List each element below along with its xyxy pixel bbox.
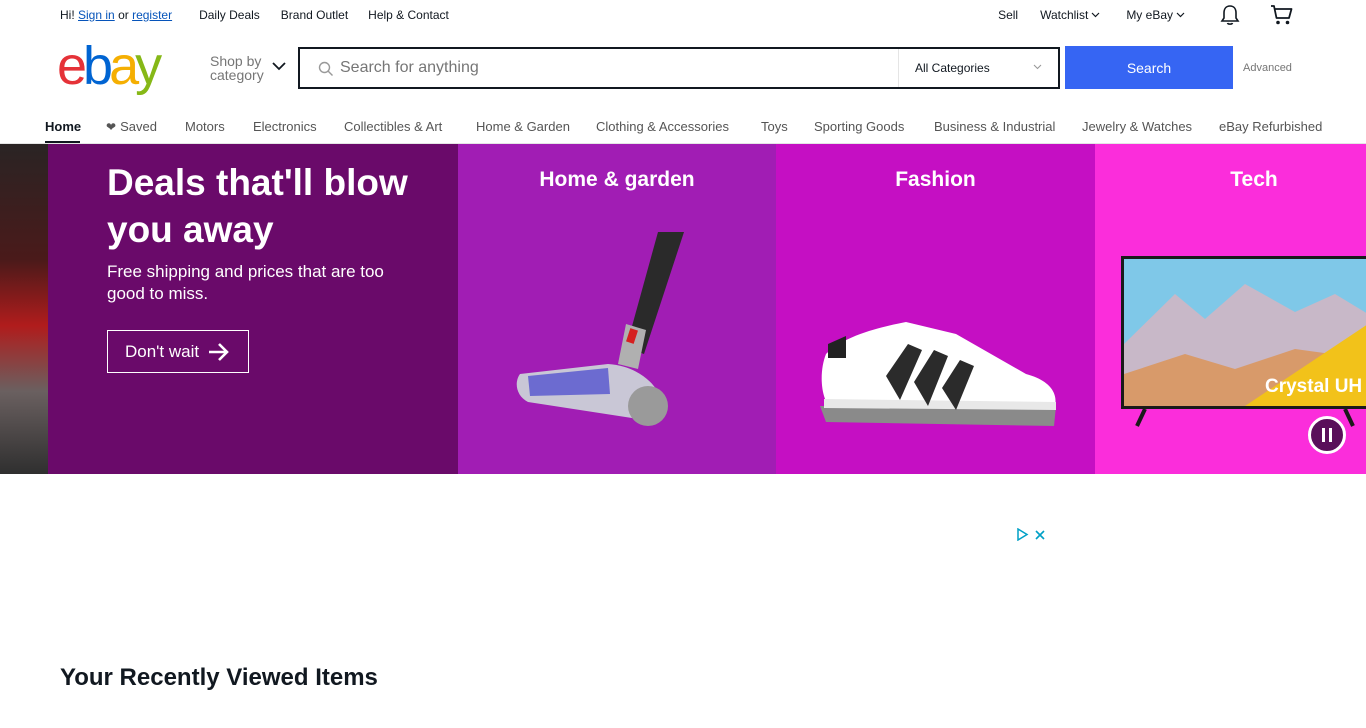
nav-item-motors[interactable]: Motors — [185, 119, 225, 134]
pause-icon — [1322, 428, 1332, 442]
home-garden-title: Home & garden — [539, 168, 695, 191]
ebay-logo[interactable]: ebay — [57, 36, 162, 96]
nav-item-collectibles-art[interactable]: Collectibles & Art — [344, 119, 442, 134]
greeting: Hi! Sign in or register — [60, 8, 172, 22]
my-ebay-dropdown[interactable]: My eBay — [1126, 8, 1185, 22]
chevron-down-icon — [1091, 12, 1100, 18]
nav-item-electronics[interactable]: Electronics — [253, 119, 317, 134]
heart-icon: ❤ — [106, 120, 117, 134]
vacuum-image — [458, 144, 776, 474]
pause-carousel-button[interactable] — [1308, 416, 1346, 454]
top-right-links: Sell Watchlist My eBay — [974, 8, 1185, 22]
nav-item-home[interactable]: Home — [45, 119, 81, 134]
ad-choices[interactable] — [1016, 528, 1046, 541]
active-tab-indicator — [45, 141, 80, 143]
cart-icon[interactable] — [1270, 4, 1294, 26]
bell-icon[interactable] — [1220, 4, 1240, 26]
header: ebay Shop by category All Categories Sea… — [0, 38, 1366, 98]
chevron-down-icon — [1033, 64, 1042, 70]
nav-item-clothing-accessories[interactable]: Clothing & Accessories — [596, 119, 729, 134]
hero-subtext: Free shipping and prices that are too go… — [107, 262, 384, 303]
nav-item-saved-label: Saved — [120, 119, 157, 134]
tv-screen-label: Crystal UH — [1265, 376, 1363, 397]
my-ebay-label: My eBay — [1126, 8, 1173, 22]
previous-slide-peek — [0, 144, 48, 474]
fashion-title: Fashion — [895, 168, 976, 191]
advanced-search-link[interactable]: Advanced — [1243, 62, 1292, 74]
search-icon — [318, 61, 333, 76]
shop-by-category-button[interactable]: Shop by category — [210, 54, 270, 82]
sneaker-image — [820, 322, 1056, 426]
dont-wait-button[interactable]: Don't wait — [107, 330, 249, 373]
category-nav: Home ❤ Saved Motors Electronics Collectib… — [0, 116, 1366, 144]
chevron-down-icon[interactable] — [272, 62, 286, 71]
tech-title: Tech — [1230, 168, 1278, 191]
recently-viewed-title: Your Recently Viewed Items — [60, 664, 378, 691]
logo-letter-b: b — [83, 36, 113, 96]
search-bar: All Categories — [298, 47, 1060, 89]
sell-link[interactable]: Sell — [998, 8, 1018, 22]
nav-item-business-industrial[interactable]: Business & Industrial — [934, 119, 1055, 134]
fashion-panel[interactable] — [776, 144, 1095, 474]
hero-carousel[interactable]: Deals that'll blow you away Free shippin… — [0, 144, 1366, 474]
nav-item-jewelry-watches[interactable]: Jewelry & Watches — [1082, 119, 1192, 134]
chevron-down-icon — [1176, 12, 1185, 18]
adchoices-play-icon[interactable] — [1016, 528, 1029, 541]
nav-item-home-garden[interactable]: Home & Garden — [476, 119, 570, 134]
category-select-label: All Categories — [915, 61, 990, 75]
watchlist-label: Watchlist — [1040, 8, 1089, 22]
search-button[interactable]: Search — [1065, 46, 1233, 89]
hero-headline: Deals that'll blow you away — [107, 162, 408, 250]
nav-item-ebay-refurbished[interactable]: eBay Refurbished — [1219, 119, 1322, 134]
cta-label: Don't wait — [125, 341, 200, 361]
nav-item-sporting-goods[interactable]: Sporting Goods — [814, 119, 904, 134]
help-contact-link[interactable]: Help & Contact — [368, 8, 449, 22]
greeting-prefix: Hi! — [60, 8, 75, 22]
logo-letter-e: e — [57, 36, 87, 96]
sign-in-link[interactable]: Sign in — [78, 8, 115, 22]
or-text: or — [118, 8, 129, 22]
search-input[interactable] — [340, 55, 890, 81]
top-left-links: Hi! Sign in or register Daily Deals Bran… — [60, 8, 449, 22]
home-garden-panel[interactable] — [458, 144, 776, 474]
close-icon[interactable] — [1034, 529, 1046, 541]
top-utility-bar: Hi! Sign in or register Daily Deals Bran… — [0, 0, 1366, 30]
register-link[interactable]: register — [132, 8, 172, 22]
nav-item-saved[interactable]: ❤ Saved — [106, 119, 157, 134]
logo-letter-a: a — [109, 36, 139, 96]
arrow-right-icon — [209, 342, 229, 361]
watchlist-dropdown[interactable]: Watchlist — [1040, 8, 1100, 22]
brand-outlet-link[interactable]: Brand Outlet — [281, 8, 348, 22]
daily-deals-link[interactable]: Daily Deals — [199, 8, 260, 22]
category-select[interactable]: All Categories — [898, 49, 1058, 87]
nav-item-toys[interactable]: Toys — [761, 119, 788, 134]
logo-letter-y: y — [135, 36, 162, 96]
